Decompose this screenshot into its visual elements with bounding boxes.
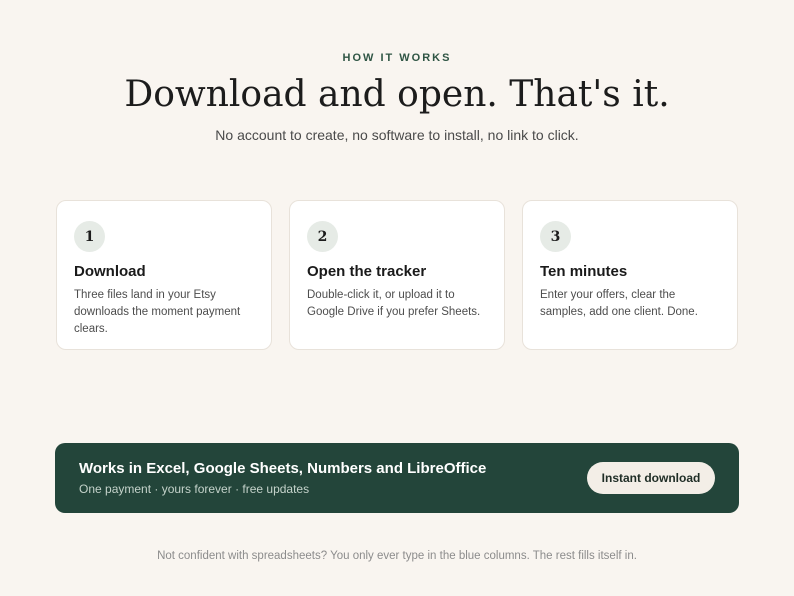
step-card-open-tracker: 2 Open the tracker Double-click it, or u… <box>289 200 505 350</box>
banner-subtitle: One payment · yours forever · free updat… <box>79 482 310 496</box>
step-description: Enter your offers, clear the samples, ad… <box>540 289 698 318</box>
compatibility-banner: Works in Excel, Google Sheets, Numbers a… <box>55 443 739 513</box>
step-number-badge: 2 <box>307 221 338 252</box>
step-title: Download <box>74 263 146 280</box>
step-description: Double-click it, or upload it to Google … <box>307 289 481 318</box>
banner-title: Works in Excel, Google Sheets, Numbers a… <box>79 460 487 477</box>
step-number-badge: 3 <box>540 221 571 252</box>
step-title: Open the tracker <box>307 263 427 280</box>
step-title: Ten minutes <box>540 263 628 280</box>
steps-list: 1 Download Three files land in your Etsy… <box>56 200 738 350</box>
step-number-badge: 1 <box>74 221 105 252</box>
footnote: Not confident with spreadsheets? You onl… <box>157 550 637 562</box>
step-description: Three files land in your Etsy downloads … <box>74 289 241 335</box>
section-eyebrow: HOW IT WORKS <box>342 52 452 64</box>
page-subtitle: No account to create, no software to ins… <box>215 127 579 143</box>
step-card-ten-minutes: 3 Ten minutes Enter your offers, clear t… <box>522 200 738 350</box>
instant-download-button[interactable]: Instant download <box>587 462 715 494</box>
how-it-works-section: HOW IT WORKS Download and open. That's i… <box>0 0 794 596</box>
step-card-download: 1 Download Three files land in your Etsy… <box>56 200 272 350</box>
page-title: Download and open. That's it. <box>124 74 670 115</box>
banner-text: Works in Excel, Google Sheets, Numbers a… <box>79 460 486 496</box>
